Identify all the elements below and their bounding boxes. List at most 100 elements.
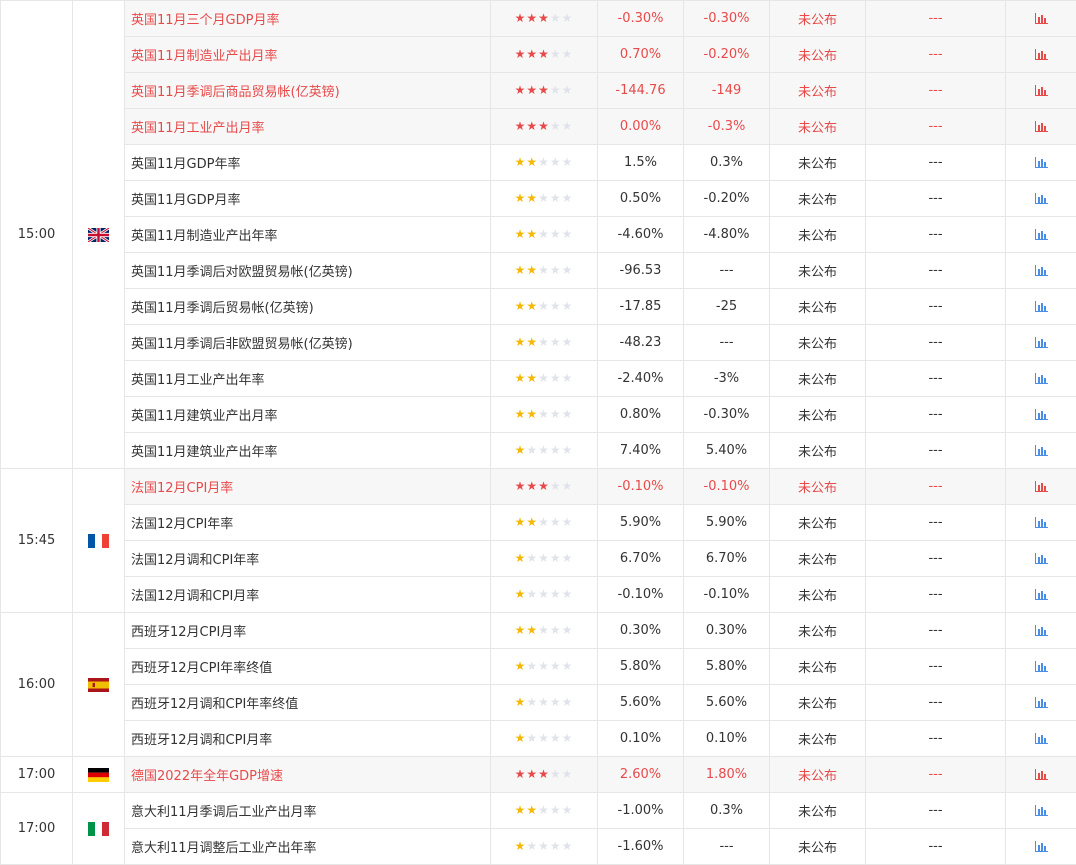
- table-row[interactable]: 英国11月建筑业产出年率★★★★★7.40%5.40%未公布---: [1, 433, 1076, 469]
- bar-chart-icon[interactable]: [1035, 157, 1048, 168]
- chart-link[interactable]: [1006, 325, 1076, 361]
- star-empty-icon: ★: [562, 371, 574, 385]
- event-name[interactable]: 法国12月调和CPI月率: [125, 577, 491, 613]
- bar-chart-icon[interactable]: [1035, 697, 1048, 708]
- table-row[interactable]: 17:00德国2022年全年GDP增速★★★★★2.60%1.80%未公布---: [1, 757, 1076, 793]
- bar-chart-icon[interactable]: [1035, 193, 1048, 204]
- table-row[interactable]: 15:45法国12月CPI月率★★★★★-0.10%-0.10%未公布---: [1, 469, 1076, 505]
- bar-chart-icon[interactable]: [1035, 769, 1048, 780]
- table-row[interactable]: 15:00英国11月三个月GDP月率★★★★★-0.30%-0.30%未公布--…: [1, 1, 1076, 37]
- country-flag: [73, 613, 125, 757]
- chart-link[interactable]: [1006, 649, 1076, 685]
- table-row[interactable]: 英国11月季调后商品贸易帐(亿英镑)★★★★★-144.76-149未公布---: [1, 73, 1076, 109]
- event-name[interactable]: 英国11月工业产出月率: [125, 109, 491, 145]
- table-row[interactable]: 16:00西班牙12月CPI月率★★★★★0.30%0.30%未公布---: [1, 613, 1076, 649]
- bar-chart-icon[interactable]: [1035, 373, 1048, 384]
- event-name[interactable]: 英国11月季调后贸易帐(亿英镑): [125, 289, 491, 325]
- event-name[interactable]: 西班牙12月CPI年率终值: [125, 649, 491, 685]
- event-name[interactable]: 英国11月季调后商品贸易帐(亿英镑): [125, 73, 491, 109]
- bar-chart-icon[interactable]: [1035, 265, 1048, 276]
- bar-chart-icon[interactable]: [1035, 229, 1048, 240]
- chart-link[interactable]: [1006, 721, 1076, 757]
- table-row[interactable]: 法国12月调和CPI月率★★★★★-0.10%-0.10%未公布---: [1, 577, 1076, 613]
- bar-chart-icon[interactable]: [1035, 49, 1048, 60]
- table-row[interactable]: 西班牙12月调和CPI月率★★★★★0.10%0.10%未公布---: [1, 721, 1076, 757]
- chart-link[interactable]: [1006, 289, 1076, 325]
- chart-link[interactable]: [1006, 541, 1076, 577]
- table-row[interactable]: 英国11月制造业产出月率★★★★★0.70%-0.20%未公布---: [1, 37, 1076, 73]
- event-name[interactable]: 德国2022年全年GDP增速: [125, 757, 491, 793]
- event-name[interactable]: 英国11月制造业产出年率: [125, 217, 491, 253]
- event-name[interactable]: 法国12月调和CPI年率: [125, 541, 491, 577]
- chart-link[interactable]: [1006, 37, 1076, 73]
- bar-chart-icon[interactable]: [1035, 409, 1048, 420]
- table-row[interactable]: 西班牙12月调和CPI年率终值★★★★★5.60%5.60%未公布---: [1, 685, 1076, 721]
- bar-chart-icon[interactable]: [1035, 85, 1048, 96]
- table-row[interactable]: 法国12月CPI年率★★★★★5.90%5.90%未公布---: [1, 505, 1076, 541]
- chart-link[interactable]: [1006, 505, 1076, 541]
- chart-link[interactable]: [1006, 109, 1076, 145]
- table-row[interactable]: 英国11月工业产出年率★★★★★-2.40%-3%未公布---: [1, 361, 1076, 397]
- table-row[interactable]: 英国11月GDP月率★★★★★0.50%-0.20%未公布---: [1, 181, 1076, 217]
- chart-link[interactable]: [1006, 469, 1076, 505]
- chart-link[interactable]: [1006, 73, 1076, 109]
- event-name[interactable]: 英国11月制造业产出月率: [125, 37, 491, 73]
- chart-link[interactable]: [1006, 829, 1076, 865]
- bar-chart-icon[interactable]: [1035, 481, 1048, 492]
- star-filled-icon: ★: [526, 155, 538, 169]
- chart-link[interactable]: [1006, 793, 1076, 829]
- table-row[interactable]: 17:00意大利11月季调后工业产出月率★★★★★-1.00%0.3%未公布--…: [1, 793, 1076, 829]
- table-row[interactable]: 英国11月GDP年率★★★★★1.5%0.3%未公布---: [1, 145, 1076, 181]
- chart-link[interactable]: [1006, 685, 1076, 721]
- table-row[interactable]: 英国11月季调后对欧盟贸易帐(亿英镑)★★★★★-96.53---未公布---: [1, 253, 1076, 289]
- table-row[interactable]: 西班牙12月CPI年率终值★★★★★5.80%5.80%未公布---: [1, 649, 1076, 685]
- bar-chart-icon[interactable]: [1035, 733, 1048, 744]
- bar-chart-icon[interactable]: [1035, 625, 1048, 636]
- event-name[interactable]: 西班牙12月调和CPI月率: [125, 721, 491, 757]
- bar-chart-icon[interactable]: [1035, 301, 1048, 312]
- event-name[interactable]: 英国11月工业产出年率: [125, 361, 491, 397]
- chart-link[interactable]: [1006, 397, 1076, 433]
- event-name[interactable]: 英国11月GDP年率: [125, 145, 491, 181]
- event-name[interactable]: 法国12月CPI年率: [125, 505, 491, 541]
- event-name[interactable]: 意大利11月季调后工业产出月率: [125, 793, 491, 829]
- bar-chart-icon[interactable]: [1035, 841, 1048, 852]
- bar-chart-icon[interactable]: [1035, 517, 1048, 528]
- chart-link[interactable]: [1006, 433, 1076, 469]
- event-name[interactable]: 西班牙12月调和CPI年率终值: [125, 685, 491, 721]
- table-row[interactable]: 英国11月建筑业产出月率★★★★★0.80%-0.30%未公布---: [1, 397, 1076, 433]
- chart-link[interactable]: [1006, 145, 1076, 181]
- bar-chart-icon[interactable]: [1035, 13, 1048, 24]
- event-name[interactable]: 西班牙12月CPI月率: [125, 613, 491, 649]
- chart-link[interactable]: [1006, 217, 1076, 253]
- bar-chart-icon[interactable]: [1035, 445, 1048, 456]
- event-name[interactable]: 英国11月季调后非欧盟贸易帐(亿英镑): [125, 325, 491, 361]
- table-row[interactable]: 英国11月季调后非欧盟贸易帐(亿英镑)★★★★★-48.23---未公布---: [1, 325, 1076, 361]
- event-name[interactable]: 英国11月三个月GDP月率: [125, 1, 491, 37]
- event-name[interactable]: 法国12月CPI月率: [125, 469, 491, 505]
- event-name[interactable]: 英国11月建筑业产出年率: [125, 433, 491, 469]
- table-row[interactable]: 英国11月工业产出月率★★★★★0.00%-0.3%未公布---: [1, 109, 1076, 145]
- chart-link[interactable]: [1006, 253, 1076, 289]
- event-name[interactable]: 英国11月季调后对欧盟贸易帐(亿英镑): [125, 253, 491, 289]
- bar-chart-icon[interactable]: [1035, 805, 1048, 816]
- chart-link[interactable]: [1006, 1, 1076, 37]
- chart-link[interactable]: [1006, 613, 1076, 649]
- table-row[interactable]: 英国11月季调后贸易帐(亿英镑)★★★★★-17.85-25未公布---: [1, 289, 1076, 325]
- event-name[interactable]: 英国11月建筑业产出月率: [125, 397, 491, 433]
- chart-link[interactable]: [1006, 757, 1076, 793]
- chart-link[interactable]: [1006, 361, 1076, 397]
- bar-chart-icon[interactable]: [1035, 589, 1048, 600]
- bar-chart-icon[interactable]: [1035, 553, 1048, 564]
- chart-link[interactable]: [1006, 181, 1076, 217]
- table-row[interactable]: 英国11月制造业产出年率★★★★★-4.60%-4.80%未公布---: [1, 217, 1076, 253]
- event-name[interactable]: 英国11月GDP月率: [125, 181, 491, 217]
- star-empty-icon: ★: [550, 155, 562, 169]
- bar-chart-icon[interactable]: [1035, 661, 1048, 672]
- table-row[interactable]: 意大利11月调整后工业产出年率★★★★★-1.60%---未公布---: [1, 829, 1076, 865]
- bar-chart-icon[interactable]: [1035, 337, 1048, 348]
- table-row[interactable]: 法国12月调和CPI年率★★★★★6.70%6.70%未公布---: [1, 541, 1076, 577]
- chart-link[interactable]: [1006, 577, 1076, 613]
- event-name[interactable]: 意大利11月调整后工业产出年率: [125, 829, 491, 865]
- bar-chart-icon[interactable]: [1035, 121, 1048, 132]
